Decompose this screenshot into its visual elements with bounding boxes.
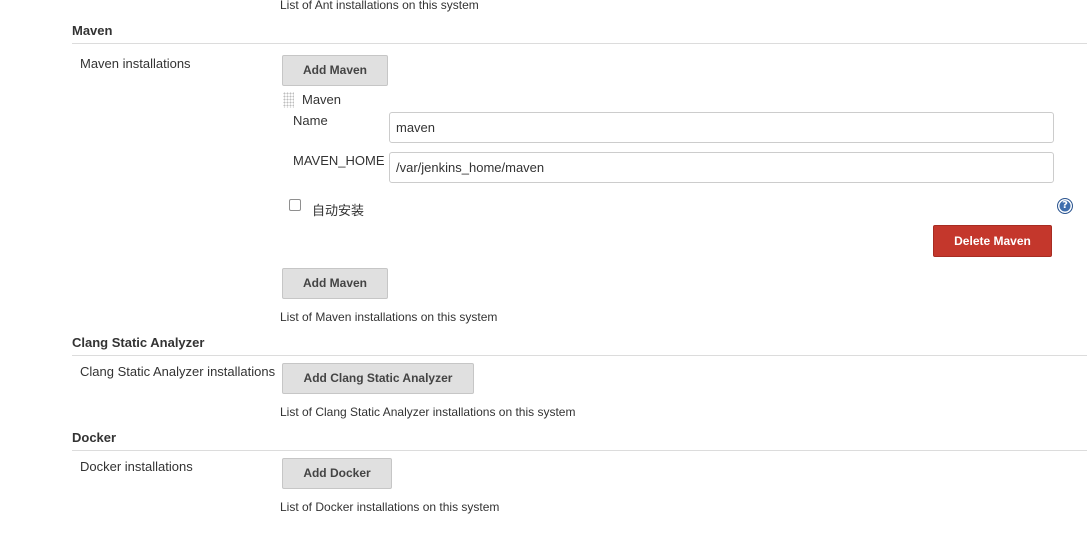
- add-maven-button-top[interactable]: Add Maven: [282, 55, 388, 86]
- docker-installations-hint: List of Docker installations on this sys…: [280, 500, 500, 514]
- question-mark-icon[interactable]: ?: [1057, 198, 1073, 214]
- auto-install-checkbox[interactable]: [289, 199, 301, 211]
- add-maven-button-bottom[interactable]: Add Maven: [282, 268, 388, 299]
- maven-installations-hint: List of Maven installations on this syst…: [280, 310, 498, 324]
- drag-handle-icon[interactable]: [283, 92, 294, 108]
- maven-installation-header: Maven: [302, 92, 342, 107]
- maven-installations-label: Maven installations: [80, 56, 191, 71]
- add-clang-static-analyzer-button[interactable]: Add Clang Static Analyzer: [282, 363, 474, 394]
- docker-section-divider: [72, 450, 1087, 451]
- docker-section-title: Docker: [72, 430, 117, 445]
- delete-maven-button[interactable]: Delete Maven: [933, 225, 1052, 257]
- maven-home-input[interactable]: [389, 152, 1054, 183]
- add-docker-button[interactable]: Add Docker: [282, 458, 392, 489]
- clang-section-title: Clang Static Analyzer: [72, 335, 205, 350]
- clang-section-divider: [72, 355, 1087, 356]
- ant-installations-hint: List of Ant installations on this system: [280, 0, 479, 12]
- auto-install-label: 自动安装: [312, 204, 365, 219]
- maven-name-label: Name: [293, 113, 328, 128]
- maven-section-title: Maven: [72, 23, 113, 38]
- maven-section-divider: [72, 43, 1087, 44]
- tool-configuration-page: List of Ant installations on this system…: [0, 0, 1087, 535]
- maven-home-label: MAVEN_HOME: [293, 153, 385, 168]
- clang-installations-label: Clang Static Analyzer installations: [80, 364, 276, 379]
- clang-installations-hint: List of Clang Static Analyzer installati…: [280, 405, 576, 419]
- docker-installations-label: Docker installations: [80, 459, 193, 474]
- maven-name-input[interactable]: [389, 112, 1054, 143]
